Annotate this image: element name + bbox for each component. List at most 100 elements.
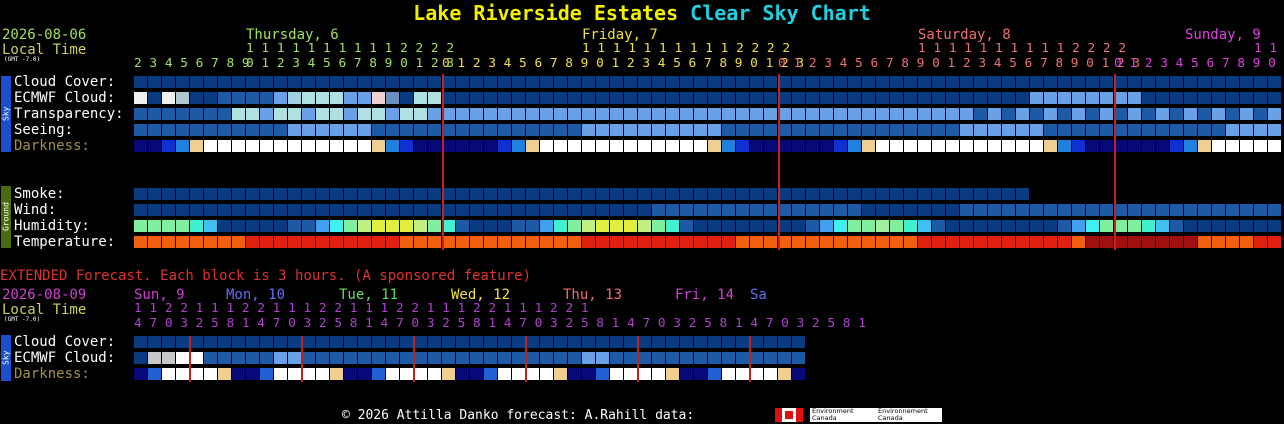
grid-cell — [820, 140, 833, 152]
grid-cell — [988, 124, 1001, 136]
grid-cell — [330, 140, 343, 152]
grid-cell — [1170, 220, 1183, 232]
grid-cell — [722, 336, 735, 348]
grid-cell — [386, 368, 399, 380]
grid-cell — [764, 352, 777, 364]
footer-credits: © 2026 Attilla Danko forecast: A.Rahill … — [342, 408, 695, 423]
grid-cell — [260, 140, 273, 152]
grid-cell — [834, 76, 847, 88]
grid-cell — [498, 92, 511, 104]
grid-cell — [666, 368, 679, 380]
grid-cell — [218, 368, 231, 380]
grid-cell — [316, 108, 329, 120]
grid-cell — [540, 92, 553, 104]
grid-cell — [526, 336, 539, 348]
grid-cell — [708, 204, 721, 216]
grid-cell — [890, 108, 903, 120]
grid-cell — [400, 204, 413, 216]
grid-cell — [428, 204, 441, 216]
grid-cell — [302, 352, 315, 364]
grid-cell — [498, 204, 511, 216]
grid-cell — [526, 92, 539, 104]
grid-cell — [540, 124, 553, 136]
grid-cell — [190, 368, 203, 380]
grid-cell — [1240, 220, 1253, 232]
grid-cell — [246, 76, 259, 88]
grid-cell — [470, 108, 483, 120]
grid-cell — [1016, 76, 1029, 88]
grid-cell — [470, 220, 483, 232]
grid-cell — [148, 336, 161, 348]
grid-cell — [694, 188, 707, 200]
grid-cell — [722, 140, 735, 152]
grid-cell — [204, 140, 217, 152]
grid-cell — [302, 108, 315, 120]
grid-cell — [834, 188, 847, 200]
grid-cell — [190, 92, 203, 104]
grid-cell — [652, 336, 665, 348]
grid-cell — [344, 124, 357, 136]
grid-cell — [1072, 76, 1085, 88]
midnight-line — [778, 74, 780, 250]
grid-cell — [148, 220, 161, 232]
grid-cell — [862, 124, 875, 136]
grid-cell — [246, 368, 259, 380]
grid-cell — [456, 108, 469, 120]
grid-cell — [274, 188, 287, 200]
grid-cell — [974, 92, 987, 104]
grid-cell — [596, 368, 609, 380]
grid-cell — [624, 204, 637, 216]
grid-cell — [848, 220, 861, 232]
grid-cell — [820, 204, 833, 216]
grid-cell — [680, 236, 693, 248]
grid-cell — [1016, 188, 1029, 200]
grid-cell — [232, 220, 245, 232]
extended-note: EXTENDED Forecast. Each block is 3 hours… — [0, 268, 532, 284]
grid-cell — [204, 236, 217, 248]
grid-cell — [330, 108, 343, 120]
grid-cell — [568, 352, 581, 364]
grid-cell — [512, 336, 525, 348]
grid-cell — [834, 92, 847, 104]
grid-cell — [862, 76, 875, 88]
grid-cell — [778, 352, 791, 364]
grid-cell — [526, 352, 539, 364]
grid-cell — [1128, 108, 1141, 120]
grid-cell — [1226, 76, 1239, 88]
grid-cell — [526, 236, 539, 248]
grid-cell — [1072, 92, 1085, 104]
grid-cell — [316, 352, 329, 364]
grid-cell — [946, 124, 959, 136]
grid-cell — [624, 140, 637, 152]
grid-cell — [652, 92, 665, 104]
grid-cell — [484, 220, 497, 232]
grid-cell — [834, 108, 847, 120]
grid-cell — [918, 108, 931, 120]
grid-cell — [484, 76, 497, 88]
grid-cell — [218, 108, 231, 120]
grid-cell — [708, 188, 721, 200]
grid-cell — [232, 124, 245, 136]
grid-cell — [932, 236, 945, 248]
grid-cell — [834, 124, 847, 136]
grid-cell — [246, 92, 259, 104]
grid-cell — [1170, 236, 1183, 248]
grid-cell — [386, 188, 399, 200]
grid-cell — [372, 188, 385, 200]
grid-cell — [134, 92, 147, 104]
grid-cell — [666, 108, 679, 120]
grid-cell — [386, 336, 399, 348]
grid-cell — [1268, 204, 1281, 216]
grid-cell — [148, 140, 161, 152]
grid-cell — [1170, 76, 1183, 88]
grid-cell — [190, 124, 203, 136]
grid-cell — [694, 140, 707, 152]
grid-cell — [428, 140, 441, 152]
grid-cell — [134, 204, 147, 216]
grid-cell — [428, 188, 441, 200]
grid-cell — [512, 220, 525, 232]
grid-cell — [680, 188, 693, 200]
grid-cell — [1198, 124, 1211, 136]
grid-cell — [946, 108, 959, 120]
grid-cell — [358, 236, 371, 248]
